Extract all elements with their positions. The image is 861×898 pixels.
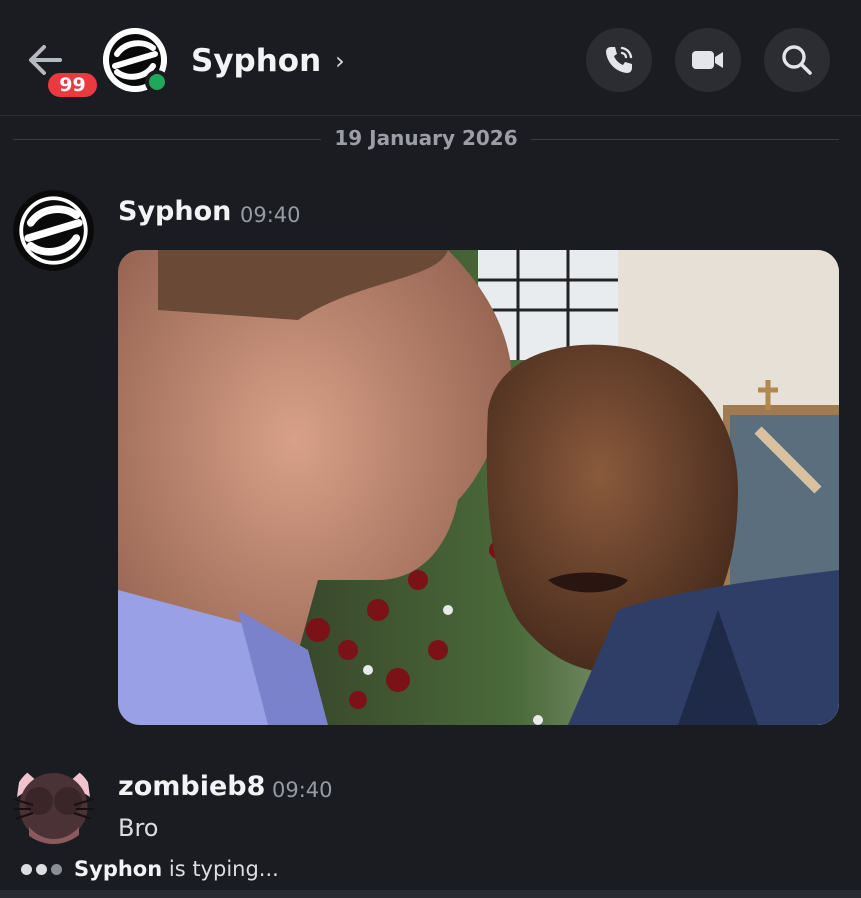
composer-edge (0, 890, 861, 898)
channel-name: Syphon (191, 43, 322, 79)
typing-suffix: is typing... (168, 857, 279, 881)
message-avatar-syphon[interactable] (13, 190, 94, 271)
dm-chat-screen: 99 Syphon › 19 January 2026 Syphon 09:40… (0, 0, 861, 898)
chevron-right-icon: › (335, 47, 345, 75)
search-button[interactable] (764, 28, 830, 92)
typing-dot (51, 863, 62, 875)
message-text: Bro (118, 814, 159, 842)
typing-dot (21, 863, 32, 875)
unread-badge: 99 (44, 69, 101, 101)
date-divider: 19 January 2026 (13, 126, 839, 154)
typing-dots-icon (21, 863, 62, 875)
phone-call-icon (606, 46, 633, 73)
syphon-logo-icon (13, 190, 94, 271)
video-camera-icon (692, 51, 723, 69)
cat-ears-avatar-icon (13, 763, 94, 844)
channel-title[interactable]: Syphon › (191, 40, 345, 82)
divider-date: 19 January 2026 (334, 126, 518, 150)
message-timestamp: 09:40 (240, 203, 301, 227)
divider-line-right (531, 139, 839, 140)
chat-header: 99 Syphon › (0, 0, 861, 116)
typing-indicator: Syphon is typing... (21, 854, 279, 884)
online-status-indicator (145, 70, 169, 94)
message-author[interactable]: Syphon (118, 196, 231, 227)
message-author[interactable]: zombieb8 (118, 771, 265, 802)
image-attachment[interactable] (118, 250, 839, 725)
search-icon (782, 45, 812, 75)
photo-image (118, 250, 839, 725)
voice-call-button[interactable] (586, 28, 652, 92)
video-call-button[interactable] (675, 28, 741, 92)
message-timestamp: 09:40 (272, 778, 333, 802)
typing-dot (36, 863, 47, 875)
message-avatar-zombieb8[interactable] (13, 763, 94, 844)
typing-user: Syphon (74, 857, 163, 881)
